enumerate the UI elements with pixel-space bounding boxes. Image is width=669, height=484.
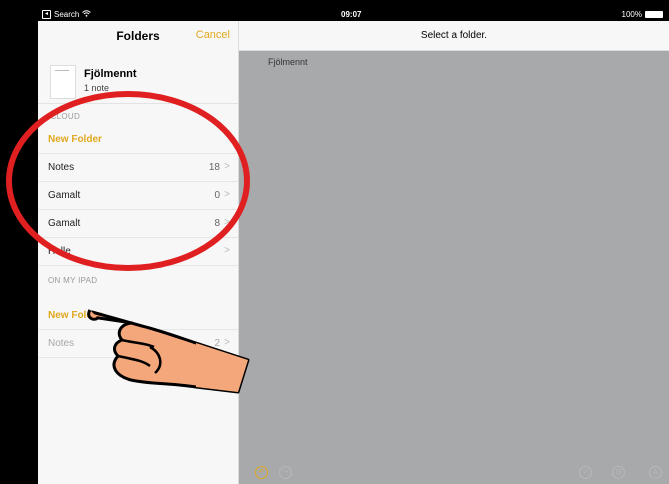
note-title: Fjölmennt xyxy=(84,68,137,80)
note-thumbnail xyxy=(50,65,76,99)
folder-label: Notes xyxy=(48,162,75,173)
folder-row-gamalt-2[interactable]: Gamalt 8 > xyxy=(38,210,238,238)
icloud-section-label: ICLOUD xyxy=(48,112,81,121)
ipad-screen: ◂ Search 09:07 100% Folders Cancel Fjölm… xyxy=(38,9,669,484)
folder-count: 18 xyxy=(208,162,220,173)
folder-row-notes[interactable]: Notes 18 > xyxy=(38,154,238,182)
wifi-icon xyxy=(82,10,92,19)
chevron-right-icon: > xyxy=(224,337,230,348)
back-icon[interactable]: ◂ xyxy=(42,10,51,19)
folder-label: Gamalt xyxy=(48,190,81,201)
ipad-section-label: ON MY IPAD xyxy=(48,276,98,285)
folder-count: 8 xyxy=(214,218,220,229)
markup-icon[interactable]: A xyxy=(649,466,662,479)
note-count: 1 note xyxy=(84,83,110,93)
status-bar: ◂ Search 09:07 100% xyxy=(38,9,669,21)
content-title: Select a folder. xyxy=(420,30,488,41)
folder-row-helle[interactable]: Helle > xyxy=(38,238,238,266)
folder-row-gamalt-1[interactable]: Gamalt 0 > xyxy=(38,182,238,210)
battery-percent: 100% xyxy=(621,10,642,19)
content-header: Select a folder. xyxy=(239,21,669,51)
battery-icon xyxy=(645,11,663,18)
clock: 09:07 xyxy=(341,10,362,19)
note-preview-title: Fjölmennt xyxy=(268,57,308,67)
chevron-right-icon: > xyxy=(224,161,230,172)
note-being-moved: Fjölmennt 1 note xyxy=(38,51,238,104)
folder-count: 2 xyxy=(214,338,220,349)
undo-icon[interactable]: ↶ xyxy=(255,466,268,479)
icloud-new-folder[interactable]: New Folder xyxy=(38,126,238,154)
folder-label: Gamalt xyxy=(48,218,81,229)
folder-count: 0 xyxy=(214,190,220,201)
folder-label: New Folder xyxy=(48,310,102,321)
ipad-new-folder[interactable]: New Folder xyxy=(38,302,238,330)
chevron-right-icon: > xyxy=(224,217,230,228)
back-label[interactable]: Search xyxy=(54,10,79,19)
device-frame: ◂ Search 09:07 100% Folders Cancel Fjölm… xyxy=(0,0,669,484)
table-icon[interactable]: ⊟ xyxy=(612,466,625,479)
cancel-button[interactable]: Cancel xyxy=(196,29,230,41)
folders-sidebar: Folders Cancel Fjölmennt 1 note ICLOUD N… xyxy=(38,21,239,484)
folder-label: New Folder xyxy=(48,134,102,145)
folder-label: Helle xyxy=(48,246,71,257)
sidebar-header: Folders Cancel xyxy=(38,21,238,49)
bottom-toolbar: ↶ ↷ ✓ ⊟ A xyxy=(239,462,669,484)
checklist-icon[interactable]: ✓ xyxy=(579,466,592,479)
folder-row-ipad-notes[interactable]: Notes 2 > xyxy=(38,330,238,358)
chevron-right-icon: > xyxy=(224,189,230,200)
folder-label: Notes xyxy=(48,338,75,349)
chevron-right-icon: > xyxy=(224,245,230,256)
redo-icon[interactable]: ↷ xyxy=(279,466,292,479)
content-area: Select a folder. Fjölmennt ↶ ↷ ✓ ⊟ A xyxy=(239,21,669,484)
